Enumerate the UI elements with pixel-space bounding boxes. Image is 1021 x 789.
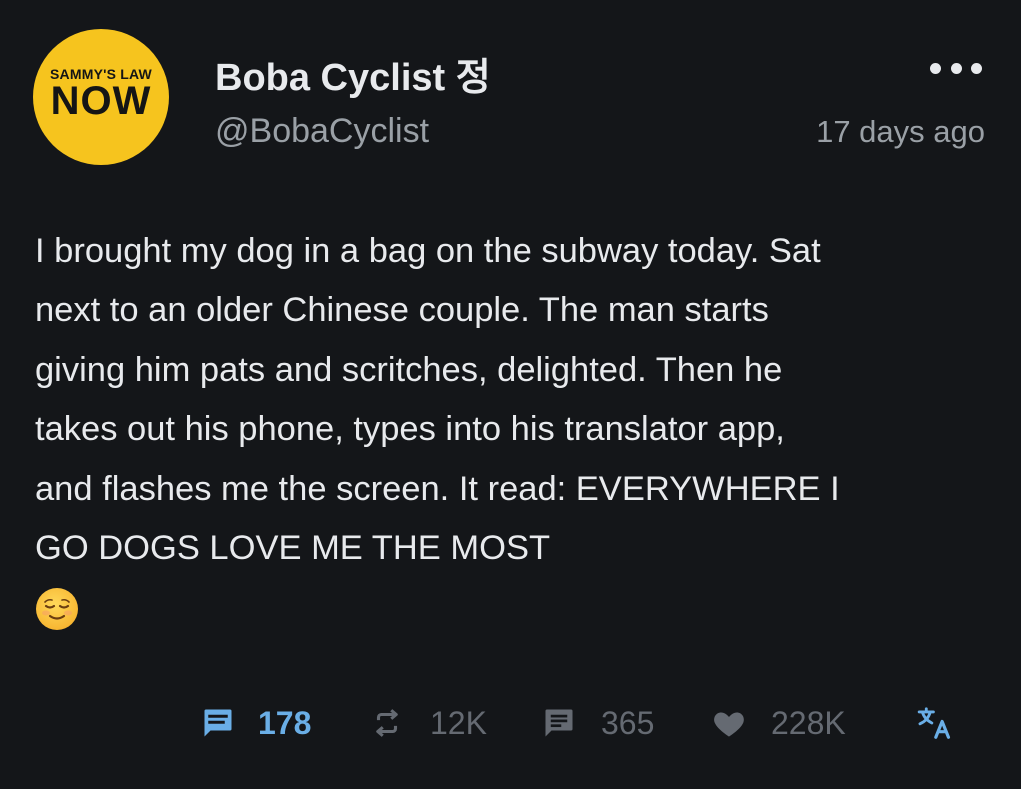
comment-quote-icon	[200, 705, 236, 741]
translate-icon	[916, 704, 954, 742]
repost-button[interactable]: 12K	[370, 700, 487, 746]
post-text: I brought my dog in a bag on the subway …	[35, 232, 840, 568]
more-dot	[971, 62, 982, 74]
more-dot	[950, 62, 962, 74]
avatar[interactable]: SAMMY'S LAW NOW	[33, 29, 169, 165]
more-options-icon[interactable]	[930, 58, 982, 78]
post-timestamp[interactable]: 17 days ago	[816, 114, 985, 150]
heart-icon	[711, 705, 747, 741]
like-count: 228K	[771, 704, 846, 741]
action-bar: 178 12K 365 228K	[0, 700, 1021, 750]
repeat-icon	[370, 706, 404, 740]
like-button[interactable]: 228K	[711, 700, 846, 746]
chat-bubble-icon	[541, 705, 577, 741]
user-handle[interactable]: @BobaCyclist	[215, 112, 429, 151]
more-dot	[930, 62, 941, 74]
avatar-line2: NOW	[50, 79, 152, 123]
repost-count: 12K	[430, 704, 487, 741]
boost-count: 178	[258, 704, 312, 741]
relieved-face-emoji	[36, 588, 78, 630]
reply-count: 365	[601, 704, 655, 741]
display-name[interactable]: Boba Cyclist 정	[215, 46, 491, 101]
reply-button[interactable]: 365	[541, 700, 654, 746]
translate-button[interactable]	[916, 700, 954, 746]
boost-button[interactable]: 178	[200, 700, 311, 746]
